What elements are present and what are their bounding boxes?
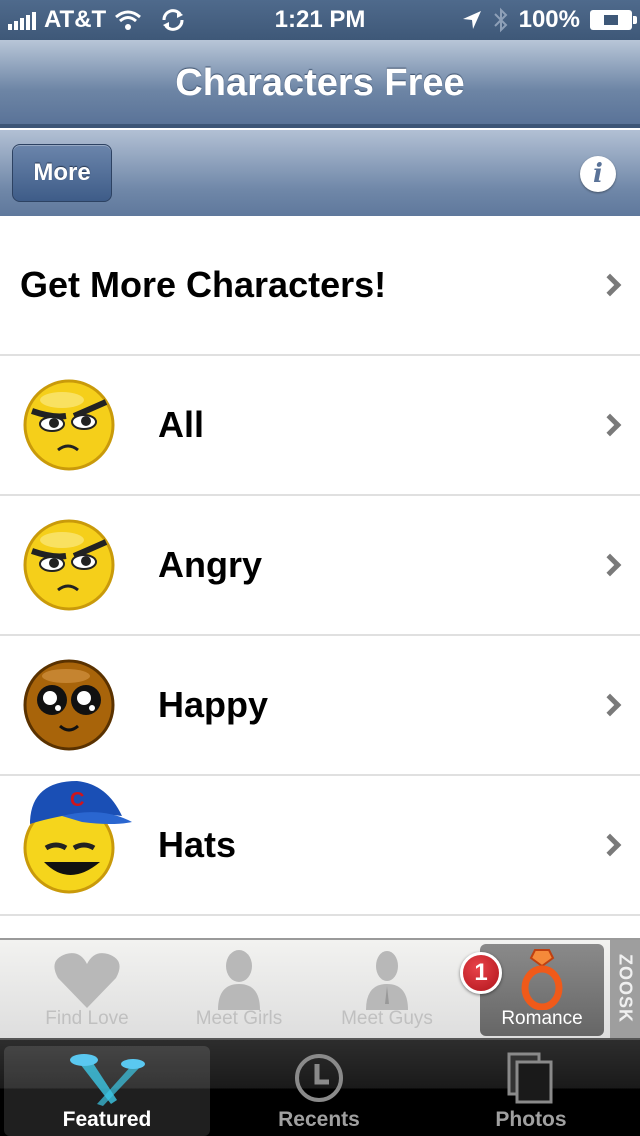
notification-badge: 1 <box>460 952 502 994</box>
ad-item-label: Romance <box>501 1008 583 1029</box>
chevron-right-icon <box>598 693 622 717</box>
clock-icon <box>295 1054 343 1102</box>
zoosk-ad-banner[interactable]: Find Love Meet Girls Meet Guys Romance 1… <box>0 938 640 1038</box>
heart-icon <box>54 953 120 1008</box>
list-item-angry[interactable]: Angry <box>0 496 640 636</box>
ad-item-label: Meet Guys <box>341 1008 433 1029</box>
list-item-label: Angry <box>158 544 263 585</box>
man-icon <box>366 951 408 1010</box>
list-item-get-more[interactable]: Get More Characters! <box>0 216 640 356</box>
navigation-bar: Characters Free <box>0 40 640 128</box>
partial-face-icon <box>22 930 116 938</box>
ad-item-label: Meet Girls <box>195 1008 283 1029</box>
chevron-right-icon <box>598 833 622 857</box>
status-bar: AT&T 1:21 PM 100% <box>0 0 640 40</box>
ad-item-find-love[interactable]: Find Love <box>14 944 160 1036</box>
tab-recents[interactable]: Recents <box>216 1046 422 1136</box>
chevron-right-icon <box>598 413 622 437</box>
info-icon: i <box>593 159 603 189</box>
photos-icon <box>507 1052 553 1104</box>
tab-photos[interactable]: Photos <box>428 1046 634 1136</box>
chevron-right-icon <box>598 273 622 297</box>
angry-face-icon <box>22 518 116 612</box>
ad-item-label: Find Love <box>45 1008 129 1029</box>
chevron-right-icon <box>598 553 622 577</box>
ad-item-romance[interactable]: Romance <box>480 944 604 1036</box>
more-button[interactable]: More <box>12 144 112 202</box>
tab-featured[interactable]: Featured <box>4 1046 210 1136</box>
angry-face-icon <box>22 378 116 472</box>
page-title: Characters Free <box>175 62 465 104</box>
list-item-label: Happy <box>158 684 269 725</box>
ad-item-meet-guys[interactable]: Meet Guys <box>314 944 460 1036</box>
cap-face-icon: C <box>22 776 132 896</box>
battery-percent: 100% <box>518 6 580 33</box>
zoosk-brand-label: ZOOSK <box>610 940 640 1038</box>
list-item-label: Hats <box>158 824 237 865</box>
ad-item-meet-girls[interactable]: Meet Girls <box>166 944 312 1036</box>
list-item-happy[interactable]: Happy <box>0 636 640 776</box>
spotlight-icon <box>70 1054 145 1106</box>
ring-icon <box>521 949 563 1011</box>
list-item-label: Get More Characters! <box>20 264 387 305</box>
tab-label: Recents <box>278 1108 360 1131</box>
tab-label: Featured <box>62 1108 152 1131</box>
tab-bar: Featured Recents Photos <box>0 1038 640 1136</box>
happy-brown-face-icon <box>22 658 116 752</box>
bluetooth-icon <box>493 7 508 33</box>
woman-icon <box>218 950 260 1010</box>
toolbar: More i <box>0 130 640 216</box>
list-item-all[interactable]: All <box>0 356 640 496</box>
info-button[interactable]: i <box>580 156 616 192</box>
battery-icon <box>590 10 637 30</box>
list-item-partial[interactable] <box>0 916 640 938</box>
svg-text:C: C <box>70 789 84 811</box>
list-item-hats[interactable]: C Hats <box>0 776 640 916</box>
character-list: Get More Characters! All Angry Happy C H… <box>0 216 640 938</box>
list-item-label: All <box>158 404 205 445</box>
location-icon <box>462 11 481 29</box>
tab-label: Photos <box>495 1108 567 1131</box>
